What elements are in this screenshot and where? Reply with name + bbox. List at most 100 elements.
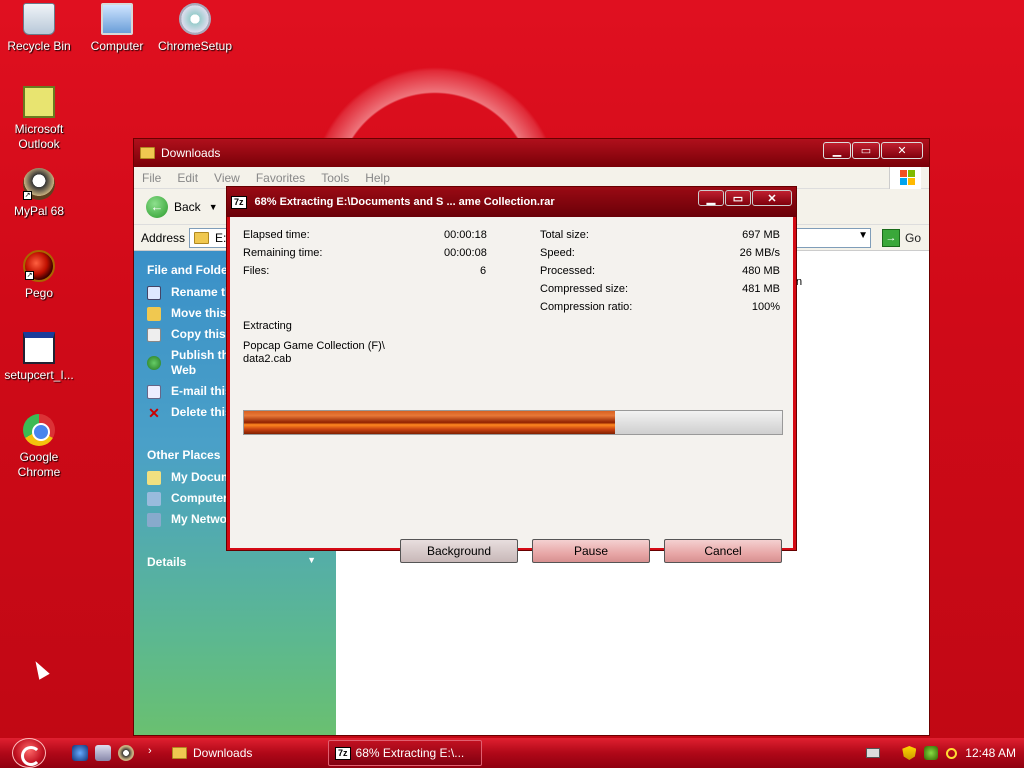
processed-label: Processed: xyxy=(540,265,596,277)
desktop-icon-chromesetup[interactable]: ChromeSetup xyxy=(156,3,234,54)
documents-folder-icon xyxy=(147,470,161,485)
go-arrow-icon: → xyxy=(881,229,900,247)
mypal-browser-icon[interactable] xyxy=(118,745,134,761)
desktop-icon-label: setupcert_I... xyxy=(4,368,74,382)
application-window-icon xyxy=(23,332,55,364)
computer-icon xyxy=(101,3,133,35)
taskbar: › Downloads 7z 68% Extracting E:\... 12:… xyxy=(0,738,1024,768)
pego-game-icon: ↗ xyxy=(23,250,55,282)
chevron-down-icon: ▼ xyxy=(307,555,316,565)
elapsed-time-label: Elapsed time: xyxy=(243,229,310,241)
menu-favorites[interactable]: Favorites xyxy=(256,171,305,185)
back-button[interactable]: Back xyxy=(174,200,201,214)
compression-ratio-value: 100% xyxy=(751,301,780,313)
menu-file[interactable]: File xyxy=(142,171,161,185)
taskbar-item-label: 68% Extracting E:\... xyxy=(355,746,465,760)
security-shield-icon[interactable] xyxy=(902,746,917,760)
windows-logo-icon xyxy=(889,167,921,189)
desktop-icon-mypal[interactable]: ↗ MyPal 68 xyxy=(0,168,78,219)
mouse-cursor-icon xyxy=(30,658,50,680)
desktop-icon-label: Recycle Bin xyxy=(7,39,71,53)
desktop-icon-recycle-bin[interactable]: Recycle Bin xyxy=(0,3,78,54)
quick-launch-chevron-icon[interactable]: › xyxy=(148,745,152,757)
rename-icon xyxy=(147,285,161,300)
dialog-close-button[interactable]: ✕ xyxy=(752,190,792,206)
desktop-icon-label: Google Chrome xyxy=(17,450,61,479)
system-tray: 12:48 AM xyxy=(866,738,1024,768)
dialog-maximize-button[interactable]: ▭ xyxy=(725,190,751,206)
clock[interactable]: 12:48 AM xyxy=(965,746,1016,760)
menu-view[interactable]: View xyxy=(214,171,240,185)
place-label: My Docum xyxy=(171,470,232,484)
start-button[interactable] xyxy=(12,738,46,768)
back-arrow-icon[interactable]: ← xyxy=(146,195,168,218)
task-label: Copy this xyxy=(171,327,226,341)
minimize-button[interactable]: ▁ xyxy=(823,142,851,159)
speed-label: Speed: xyxy=(540,247,575,259)
sevenzip-icon: 7z xyxy=(231,195,247,209)
dialog-window-controls: ▁ ▭ ✕ xyxy=(698,190,792,206)
processed-value: 480 MB xyxy=(742,265,780,277)
go-button[interactable]: → Go xyxy=(881,229,921,247)
computer-icon xyxy=(147,491,161,506)
move-folder-icon xyxy=(147,306,161,321)
back-dropdown-icon[interactable]: ▼ xyxy=(209,202,218,212)
mypal-browser-icon: ↗ xyxy=(23,168,55,200)
place-label: Computer xyxy=(171,491,228,505)
address-label: Address xyxy=(141,230,186,245)
close-button[interactable]: ✕ xyxy=(881,142,923,159)
desktop-icon-label: Computer xyxy=(90,39,144,53)
extraction-progress-dialog: 7z 68% Extracting E:\Documents and S ...… xyxy=(226,186,797,563)
elapsed-time-value: 00:00:18 xyxy=(444,229,487,241)
menu-help[interactable]: Help xyxy=(365,171,390,185)
dialog-title: 68% Extracting E:\Documents and S ... am… xyxy=(254,196,555,208)
taskbar-item-downloads[interactable]: Downloads xyxy=(166,740,316,766)
taskbar-item-extracting[interactable]: 7z 68% Extracting E:\... xyxy=(328,740,482,766)
details-label: Details xyxy=(147,555,187,569)
dialog-minimize-button[interactable]: ▁ xyxy=(698,190,724,206)
cancel-button[interactable]: Cancel xyxy=(664,539,782,563)
taskbar-item-label: Downloads xyxy=(193,746,253,760)
network-icon xyxy=(147,512,161,527)
speed-value: 26 MB/s xyxy=(739,247,780,259)
desktop-icon-google-chrome[interactable]: Google Chrome xyxy=(0,414,78,480)
compression-ratio-label: Compression ratio: xyxy=(540,301,633,313)
go-label: Go xyxy=(904,231,921,245)
keyboard-icon[interactable] xyxy=(866,748,881,758)
desktop-icon-outlook[interactable]: Microsoft Outlook xyxy=(0,86,78,152)
outlook-icon xyxy=(23,86,55,118)
desktop-icon-pego[interactable]: ↗ Pego xyxy=(0,250,78,301)
desktop-icon-setupcert[interactable]: setupcert_I... xyxy=(0,332,78,383)
background-button[interactable]: Background xyxy=(400,539,518,563)
dialog-title-bar[interactable]: 7z 68% Extracting E:\Documents and S ...… xyxy=(227,187,796,217)
folder-icon xyxy=(140,147,155,159)
show-desktop-icon[interactable] xyxy=(95,745,111,761)
installer-disc-icon xyxy=(179,3,211,35)
dialog-body: Elapsed time: 00:00:18 Remaining time: 0… xyxy=(230,217,793,563)
menu-tools[interactable]: Tools xyxy=(321,171,349,185)
current-file-name: data2.cab xyxy=(243,353,292,365)
pause-button[interactable]: Pause xyxy=(532,539,650,563)
total-size-value: 697 MB xyxy=(742,229,780,241)
task-label: E-mail this xyxy=(171,384,232,398)
shortcut-arrow-icon: ↗ xyxy=(25,271,34,280)
remaining-time-label: Remaining time: xyxy=(243,247,323,259)
explorer-title-bar[interactable]: Downloads ▁ ▭ ✕ xyxy=(134,139,929,167)
maximize-button[interactable]: ▭ xyxy=(852,142,880,159)
globe-icon xyxy=(147,356,161,370)
network-status-icon[interactable] xyxy=(924,746,939,760)
address-dropdown-icon[interactable]: ▼ xyxy=(858,230,868,241)
compressed-size-value: 481 MB xyxy=(742,283,780,295)
search-icon[interactable] xyxy=(946,747,958,759)
chrome-icon xyxy=(23,414,55,446)
delete-x-icon: ✕ xyxy=(148,404,160,421)
current-file-path: Popcap Game Collection (F)\ xyxy=(243,340,385,352)
desktop-icon-label: Microsoft Outlook xyxy=(14,122,64,151)
sevenzip-icon: 7z xyxy=(335,746,351,760)
total-size-label: Total size: xyxy=(540,229,589,241)
menu-edit[interactable]: Edit xyxy=(177,171,198,185)
internet-explorer-icon[interactable] xyxy=(72,745,88,761)
desktop-icon-computer[interactable]: Computer xyxy=(78,3,156,54)
files-value: 6 xyxy=(480,265,487,277)
task-label: Move this xyxy=(171,306,227,320)
